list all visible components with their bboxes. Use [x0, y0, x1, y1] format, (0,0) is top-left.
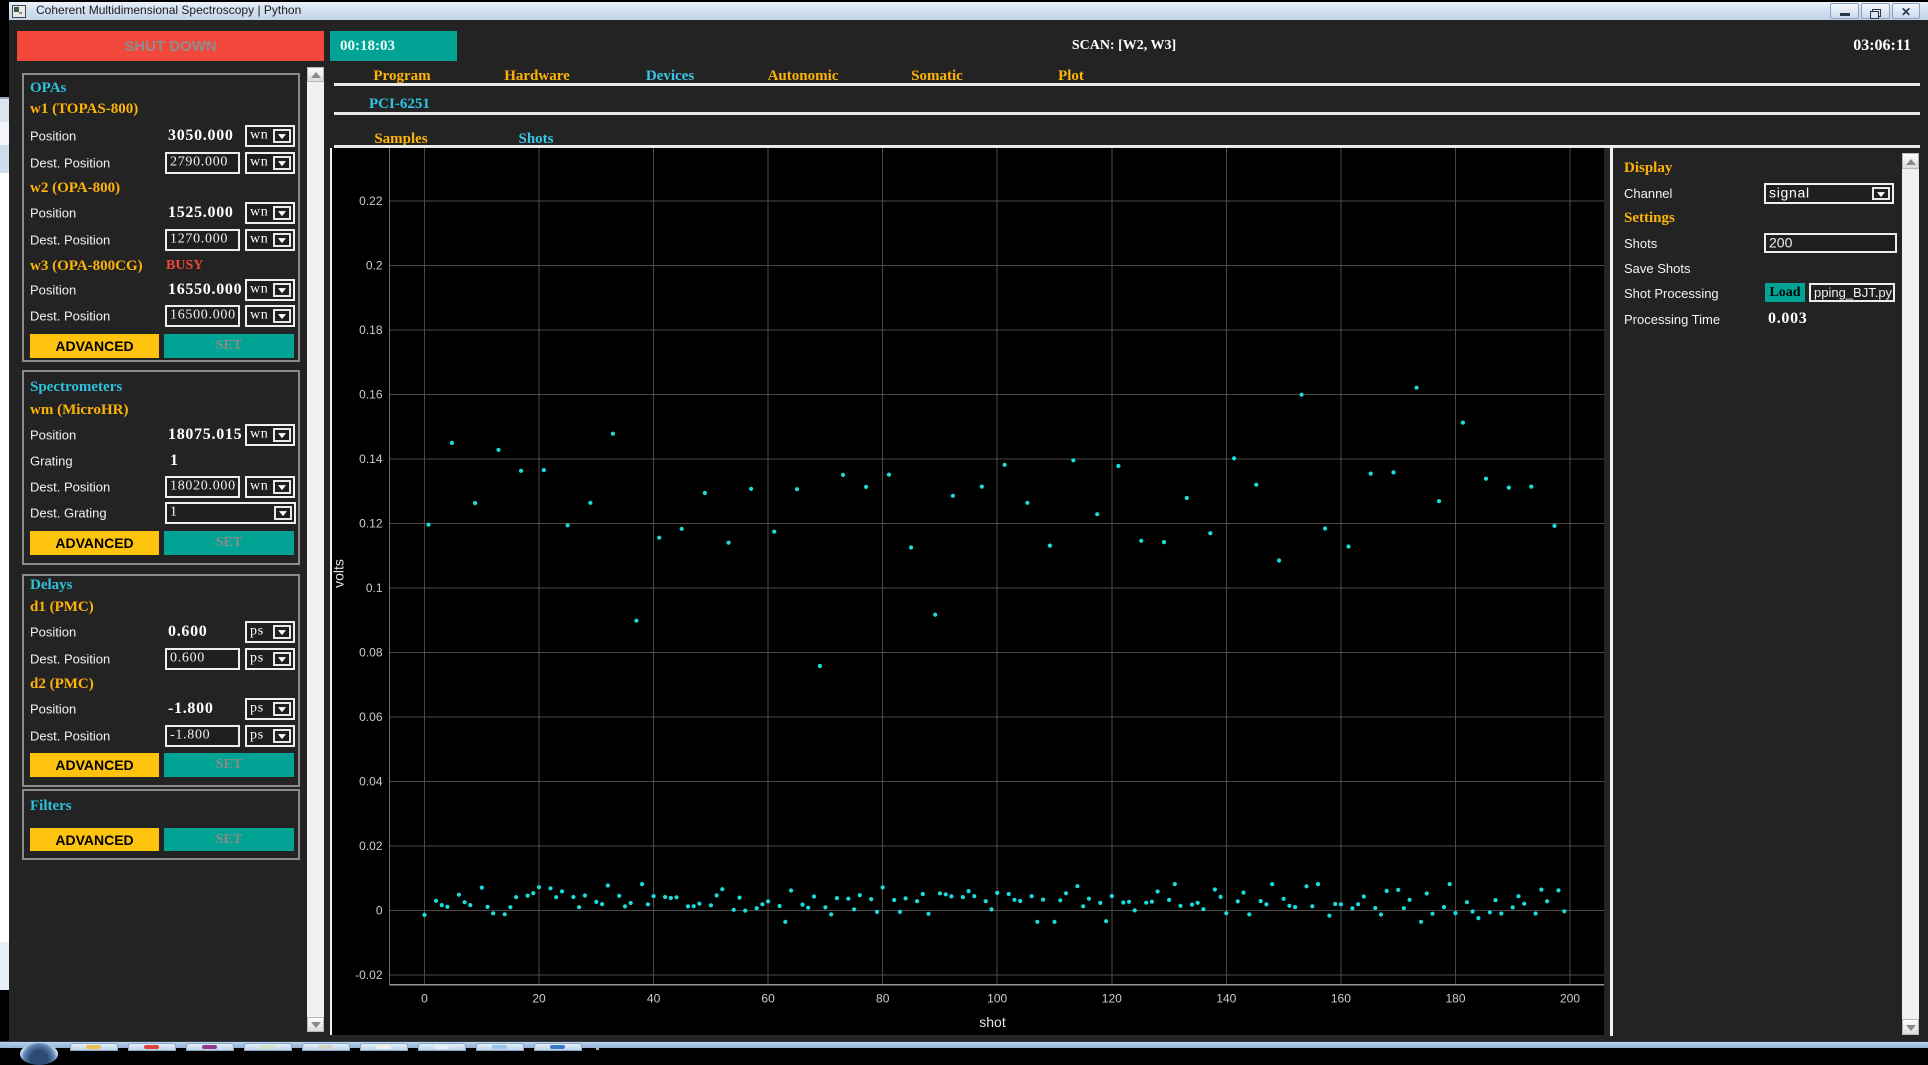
svg-text:0: 0	[375, 904, 382, 918]
svg-text:100: 100	[987, 992, 1007, 1006]
svg-text:volts: volts	[332, 559, 347, 588]
svg-text:20: 20	[532, 992, 546, 1006]
svg-text:40: 40	[646, 992, 660, 1006]
svg-text:120: 120	[1101, 992, 1121, 1006]
svg-text:0.08: 0.08	[359, 646, 383, 660]
svg-text:80: 80	[876, 992, 890, 1006]
svg-text:180: 180	[1445, 992, 1465, 1006]
svg-text:0.1: 0.1	[365, 581, 382, 595]
svg-text:0.12: 0.12	[359, 517, 383, 531]
svg-text:0.22: 0.22	[359, 194, 383, 208]
svg-text:-0.02: -0.02	[355, 968, 383, 982]
svg-text:160: 160	[1330, 992, 1350, 1006]
svg-text:0.02: 0.02	[359, 839, 383, 853]
svg-text:0.18: 0.18	[359, 323, 383, 337]
svg-text:0.06: 0.06	[359, 710, 383, 724]
svg-text:0.14: 0.14	[359, 452, 383, 466]
svg-text:shot: shot	[979, 1014, 1006, 1030]
svg-text:200: 200	[1559, 992, 1579, 1006]
svg-text:0.2: 0.2	[365, 259, 382, 273]
svg-text:60: 60	[761, 992, 775, 1006]
svg-text:0.04: 0.04	[359, 775, 383, 789]
svg-text:0: 0	[421, 992, 428, 1006]
svg-text:0.16: 0.16	[359, 388, 383, 402]
svg-text:140: 140	[1216, 992, 1236, 1006]
